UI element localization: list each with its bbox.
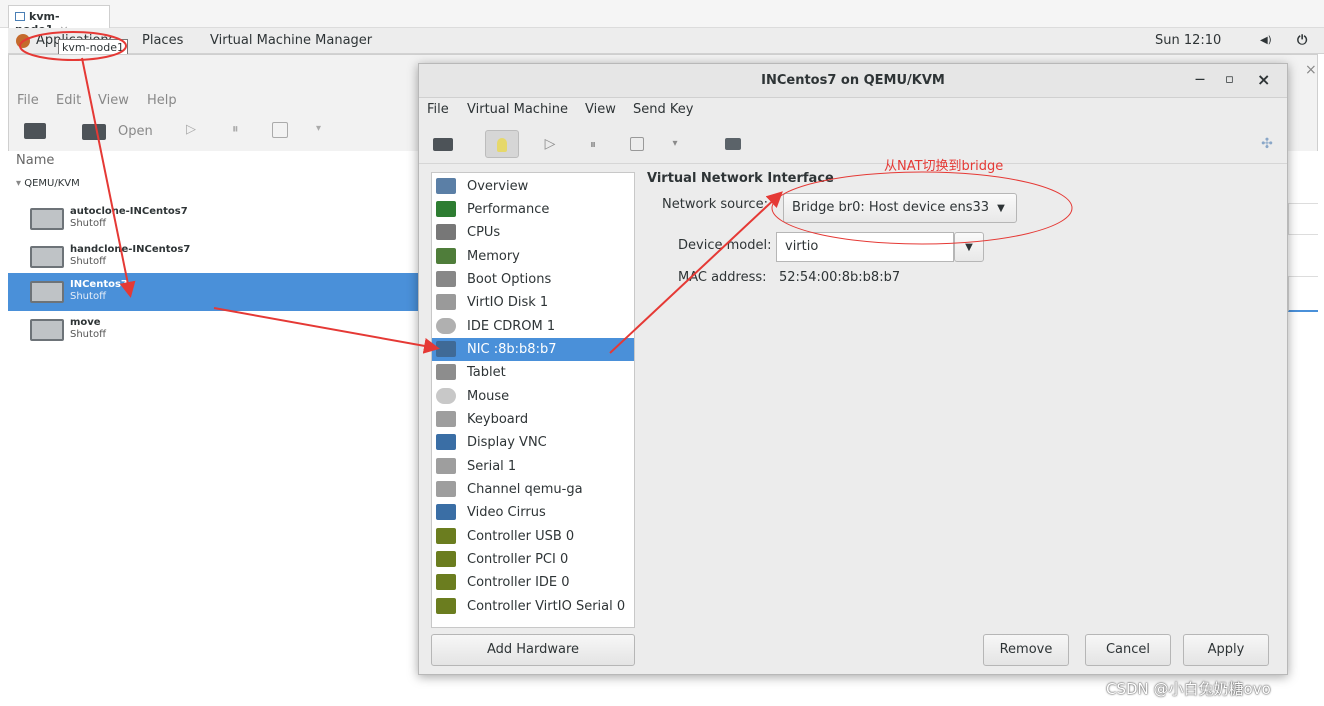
annotation-arrow — [81, 57, 136, 298]
annotation-circle — [19, 31, 127, 61]
annotation-circle — [771, 171, 1073, 245]
annotation-overlay — [19, 31, 1073, 354]
annotation-arrow — [609, 191, 783, 354]
watermark: CSDN @小白兔奶糖ovo — [1106, 680, 1271, 698]
annotation-arrow — [213, 307, 440, 354]
annotation-label: 从NAT切换到bridge — [884, 159, 1004, 174]
